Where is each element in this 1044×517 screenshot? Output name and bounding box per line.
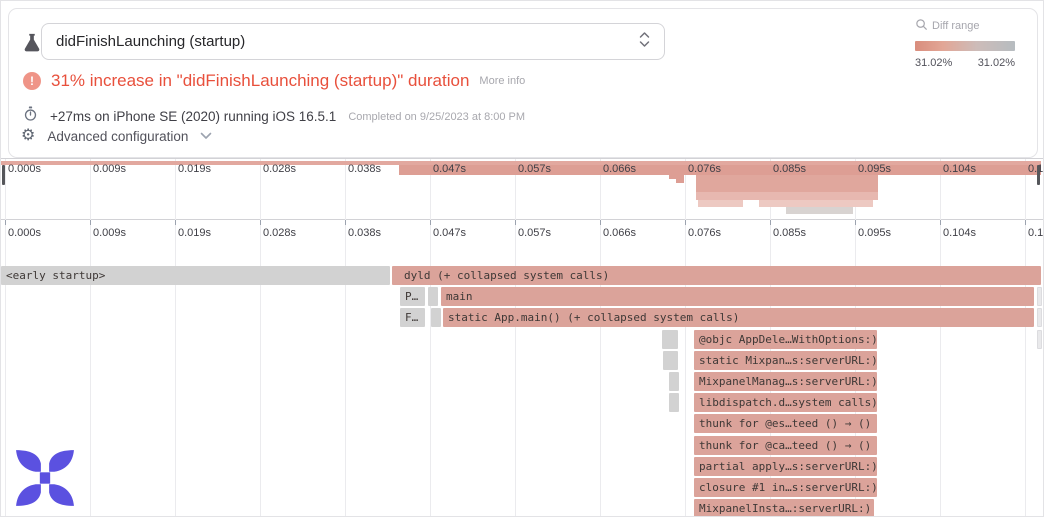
flame-segment[interactable]: MixpanelManag…s:serverURL:) <box>694 372 877 391</box>
trace-diff-page: didFinishLaunching (startup) Diff range … <box>0 0 1044 517</box>
flame-segment[interactable]: partial apply…s:serverURL:) <box>694 457 877 476</box>
flame-segment[interactable]: @objc AppDele…WithOptions:) <box>694 330 877 349</box>
flame-segment[interactable] <box>668 330 678 349</box>
flame-segment[interactable]: thunk for @ca…teed () → () <box>694 436 877 455</box>
flame-segment[interactable] <box>668 351 678 370</box>
flame-segment[interactable]: dyld (+ collapsed system calls) <box>399 266 1041 285</box>
flame-segment[interactable]: main <box>441 287 1034 306</box>
flame-segment[interactable]: thunk for @es…teed () → () <box>694 414 877 433</box>
flame-segment[interactable] <box>1037 330 1042 349</box>
flame-segment[interactable]: static Mixpan…s:serverURL:) <box>694 351 877 370</box>
flame-segment[interactable]: <early startup> <box>1 266 390 285</box>
flame-segment[interactable] <box>669 372 679 391</box>
flame-segment[interactable] <box>1037 287 1042 306</box>
flame-segment[interactable] <box>428 287 438 306</box>
emerge-tools-logo <box>14 449 76 512</box>
flame-chart: <early startup> dyld (+ collapsed system … <box>1 1 1043 517</box>
flame-segment[interactable]: F… <box>400 308 425 327</box>
flame-segment[interactable] <box>669 393 679 412</box>
flame-segment[interactable]: static App.main() (+ collapsed system ca… <box>443 308 1034 327</box>
flame-segment[interactable]: MixpanelInsta…:serverURL:) <box>694 499 874 517</box>
flame-segment[interactable]: closure #1 in…s:serverURL:) <box>694 478 877 497</box>
flame-segment[interactable]: P… <box>400 287 425 306</box>
flame-segment[interactable] <box>431 308 441 327</box>
flame-segment[interactable] <box>1037 308 1042 327</box>
flame-segment[interactable]: libdispatch.d…system calls) <box>694 393 877 412</box>
